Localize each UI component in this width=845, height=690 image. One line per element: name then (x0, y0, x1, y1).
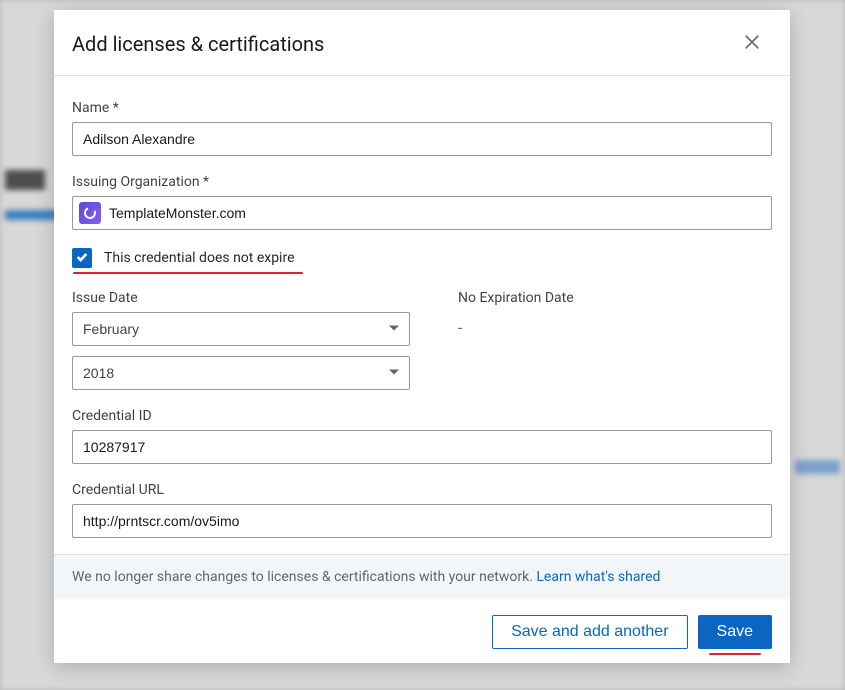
expiration-dash: - (458, 318, 772, 337)
banner-link[interactable]: Learn what's shared (536, 569, 660, 585)
noexpire-row: This credential does not expire (72, 248, 772, 268)
credential-url-row: Credential URL (72, 482, 772, 538)
org-input[interactable] (72, 196, 772, 230)
org-label: Issuing Organization * (72, 174, 772, 190)
annotation-underline (73, 272, 303, 274)
annotation-underline-save (709, 653, 761, 655)
name-input[interactable] (72, 122, 772, 156)
issue-date-label: Issue Date (72, 290, 410, 306)
credential-id-row: Credential ID (72, 408, 772, 464)
expiration-col: No Expiration Date - (434, 290, 772, 400)
info-banner: We no longer share changes to licenses &… (54, 554, 790, 599)
org-text-input[interactable] (109, 205, 765, 221)
issue-year-select[interactable]: 2018 (72, 356, 410, 390)
modal-body: Name * Issuing Organization * This crede… (54, 76, 790, 554)
save-and-add-another-button[interactable]: Save and add another (492, 615, 687, 649)
credential-id-input[interactable] (72, 430, 772, 464)
modal-footer: Save and add another Save (54, 599, 790, 663)
credential-id-label: Credential ID (72, 408, 772, 424)
noexpire-label: This credential does not expire (104, 250, 295, 266)
name-row: Name * (72, 100, 772, 156)
check-icon (75, 249, 89, 268)
modal-header: Add licenses & certifications (54, 10, 790, 76)
org-logo-icon (79, 202, 101, 224)
close-button[interactable] (738, 28, 766, 59)
expiration-label: No Expiration Date (458, 290, 772, 306)
add-license-modal: Add licenses & certifications Name * Iss… (54, 10, 790, 663)
name-label: Name * (72, 100, 772, 116)
credential-url-label: Credential URL (72, 482, 772, 498)
modal-title: Add licenses & certifications (72, 32, 324, 56)
date-row: Issue Date February 2018 (72, 290, 772, 400)
save-button[interactable]: Save (698, 615, 772, 649)
issue-date-col: Issue Date February 2018 (72, 290, 410, 400)
issue-month-select[interactable]: February (72, 312, 410, 346)
noexpire-checkbox[interactable] (72, 248, 92, 268)
org-row: Issuing Organization * (72, 174, 772, 230)
credential-url-input[interactable] (72, 504, 772, 538)
close-icon (742, 40, 762, 55)
banner-text: We no longer share changes to licenses &… (72, 569, 536, 585)
